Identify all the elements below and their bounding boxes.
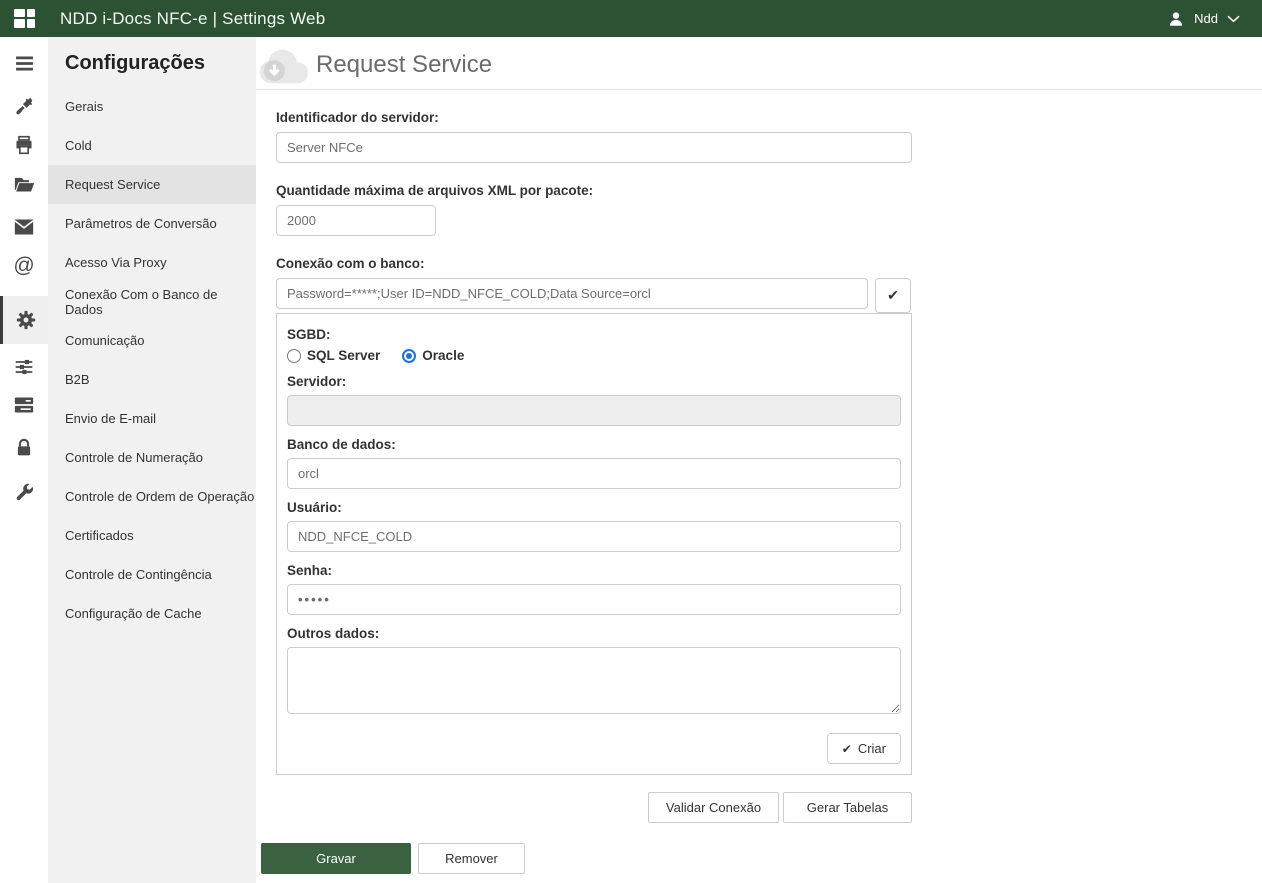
cloud-download-icon — [258, 43, 308, 87]
sidebar-item-cold[interactable]: Cold — [48, 126, 256, 165]
sidebar-item-controle-numeracao[interactable]: Controle de Numeração — [48, 438, 256, 477]
gerar-tabelas-button[interactable]: Gerar Tabelas — [783, 792, 912, 823]
envelope-icon[interactable] — [0, 207, 48, 247]
icon-sidebar: @ — [0, 37, 48, 883]
plug-icon[interactable] — [0, 86, 48, 126]
servidor-input — [287, 395, 901, 426]
sidebar-item-parametros-conversao[interactable]: Parâmetros de Conversão — [48, 204, 256, 243]
radio-oracle[interactable]: Oracle — [402, 348, 464, 363]
banco-input[interactable] — [287, 458, 901, 489]
max-xml-label: Quantidade máxima de arquivos XML por pa… — [276, 183, 912, 198]
connection-string-input[interactable] — [276, 278, 868, 309]
servidor-label: Servidor: — [287, 374, 901, 389]
gravar-button[interactable]: Gravar — [261, 843, 411, 874]
max-xml-input[interactable] — [276, 205, 436, 236]
at-sign-icon[interactable]: @ — [0, 246, 48, 286]
sidebar-item-configuracao-cache[interactable]: Configuração de Cache — [48, 594, 256, 633]
menu-icon[interactable] — [0, 43, 48, 83]
criar-button[interactable]: ✔ Criar — [827, 733, 901, 764]
sidebar-item-envio-email[interactable]: Envio de E-mail — [48, 399, 256, 438]
menu-title: Configurações — [48, 37, 256, 87]
app-title: NDD i-Docs NFC-e | Settings Web — [60, 9, 325, 29]
sidebar-item-gerais[interactable]: Gerais — [48, 87, 256, 126]
connection-builder-panel: SGBD: SQL Server Oracle Servidor: Banco … — [276, 313, 912, 775]
server-id-label: Identificador do servidor: — [276, 110, 912, 125]
banco-label: Banco de dados: — [287, 437, 901, 452]
sidebar-item-request-service[interactable]: Request Service — [48, 165, 256, 204]
check-icon: ✔ — [842, 742, 852, 756]
sidebar-item-conexao-banco[interactable]: Conexão Com o Banco de Dados — [48, 282, 256, 321]
folder-open-icon[interactable] — [0, 164, 48, 204]
radio-circle-icon[interactable] — [287, 349, 301, 363]
user-menu[interactable]: Ndd — [1167, 10, 1240, 28]
printer-icon[interactable] — [0, 125, 48, 165]
top-bar: NDD i-Docs NFC-e | Settings Web Ndd — [0, 0, 1262, 37]
usuario-input[interactable] — [287, 521, 901, 552]
radio-sql-server[interactable]: SQL Server — [287, 348, 380, 363]
senha-label: Senha: — [287, 563, 901, 578]
sgbd-radio-group: SQL Server Oracle — [287, 348, 901, 363]
sidebar-item-controle-contingencia[interactable]: Controle de Contingência — [48, 555, 256, 594]
lock-icon[interactable] — [0, 428, 48, 468]
sidebar-item-acesso-proxy[interactable]: Acesso Via Proxy — [48, 243, 256, 282]
outros-dados-label: Outros dados: — [287, 626, 901, 641]
validar-conexao-button[interactable]: Validar Conexão — [648, 792, 779, 823]
senha-input[interactable] — [287, 584, 901, 615]
page-header: Request Service — [256, 37, 1262, 90]
check-icon: ✔ — [887, 287, 899, 304]
wrench-icon[interactable] — [0, 472, 48, 512]
gear-icon[interactable] — [0, 296, 48, 344]
server-icon[interactable] — [0, 385, 48, 425]
confirm-connection-button[interactable]: ✔ — [875, 278, 911, 313]
form-actions: Gravar Remover — [261, 843, 525, 874]
sidebar-item-certificados[interactable]: Certificados — [48, 516, 256, 555]
user-icon — [1167, 10, 1185, 28]
user-name: Ndd — [1194, 11, 1218, 26]
remover-button[interactable]: Remover — [418, 843, 525, 874]
main-content: Request Service Identificador do servido… — [256, 37, 1262, 883]
chevron-down-icon — [1227, 15, 1240, 23]
sidebar-item-comunicacao[interactable]: Comunicação — [48, 321, 256, 360]
page-title: Request Service — [316, 51, 492, 79]
usuario-label: Usuário: — [287, 500, 901, 515]
sidebar-item-b2b[interactable]: B2B — [48, 360, 256, 399]
settings-menu: Configurações Gerais Cold Request Servic… — [48, 37, 256, 883]
radio-circle-checked-icon[interactable] — [402, 349, 416, 363]
server-id-input[interactable] — [276, 132, 912, 163]
app-logo-icon[interactable] — [0, 0, 48, 37]
sidebar-item-controle-ordem-operacao[interactable]: Controle de Ordem de Operação — [48, 477, 256, 516]
request-service-form: Identificador do servidor: Quantidade má… — [256, 90, 912, 823]
sliders-icon[interactable] — [0, 347, 48, 387]
outros-dados-textarea[interactable] — [287, 647, 901, 714]
sgbd-label: SGBD: — [287, 327, 901, 342]
connection-label: Conexão com o banco: — [276, 256, 912, 271]
